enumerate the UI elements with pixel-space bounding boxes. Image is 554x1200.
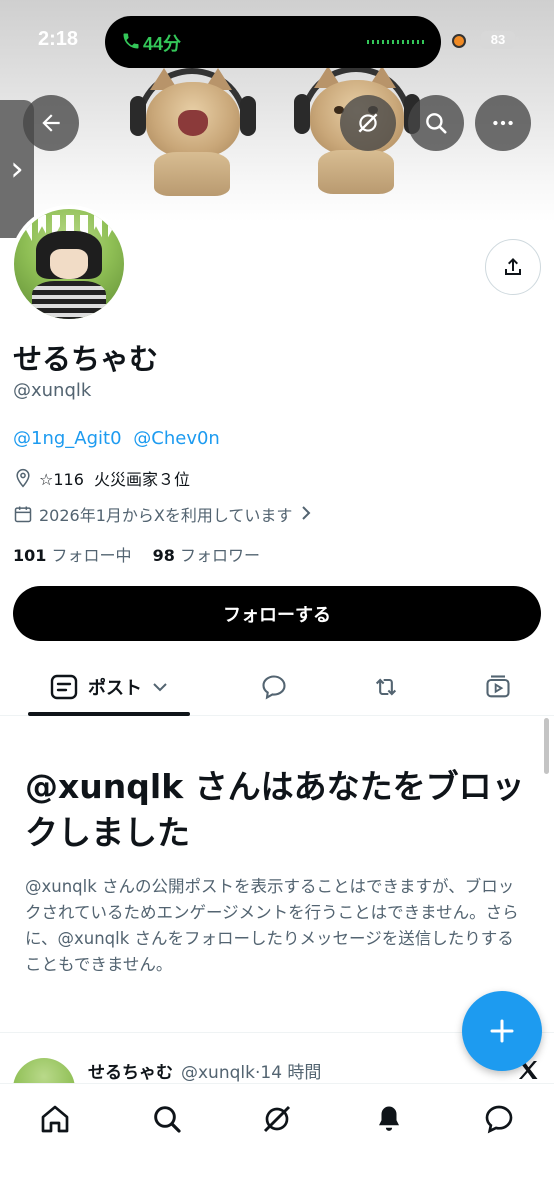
more-icon: [493, 120, 513, 126]
profile-handle: @xunqlk: [13, 380, 92, 401]
tab-replies[interactable]: [248, 660, 300, 714]
follow-stats: 101 フォロー中 98 フォロワー: [13, 542, 260, 566]
profile-location: ☆116 火災画家３位: [13, 466, 190, 490]
nav-grok[interactable]: [260, 1102, 294, 1136]
search-button[interactable]: [408, 95, 464, 151]
more-button[interactable]: [475, 95, 531, 151]
back-button[interactable]: [23, 95, 79, 151]
home-icon: [41, 1105, 69, 1133]
grok-icon: [358, 113, 378, 133]
bio-mention-link[interactable]: @Chev0n: [133, 428, 220, 449]
audio-wave-icon: [367, 40, 425, 44]
post-author-handle: @xunqlk: [181, 1063, 255, 1083]
following-label: フォロー中: [51, 546, 132, 565]
nav-notifications[interactable]: [372, 1102, 406, 1136]
message-icon: [485, 1105, 513, 1134]
compose-button[interactable]: [462, 991, 542, 1071]
display-name: せるちゃむ: [13, 342, 159, 376]
search-icon: [154, 1106, 181, 1133]
grok-icon: [263, 1105, 291, 1133]
arrow-left-icon: [42, 114, 60, 132]
phone-icon: [121, 30, 141, 57]
tab-reposts[interactable]: [360, 660, 412, 714]
post-author-name[interactable]: せるちゃむ: [88, 1063, 173, 1083]
bell-icon: [379, 1106, 399, 1131]
tab-media[interactable]: [472, 660, 524, 714]
chevron-right-icon: [300, 505, 318, 524]
search-icon: [426, 113, 447, 134]
chevron-right-icon: ›: [10, 149, 24, 189]
location-text: ☆116 火災画家３位: [39, 470, 191, 489]
calendar-icon: [14, 506, 32, 523]
post-header: せるちゃむ @xunqlk·14 時間: [88, 1058, 321, 1083]
followers-label: フォロワー: [179, 546, 260, 565]
bottom-navigation: [0, 1083, 554, 1200]
follow-button[interactable]: フォローする: [13, 586, 541, 641]
profile-bio: @1ng_Agit0 @Chev0n: [13, 428, 220, 449]
tab-posts-label: ポスト: [88, 678, 142, 699]
dynamic-island-call[interactable]: 44分: [105, 16, 441, 68]
grok-button[interactable]: [340, 95, 396, 151]
posts-icon: [50, 674, 78, 700]
profile-avatar[interactable]: [10, 205, 128, 323]
call-duration: 44分: [143, 34, 182, 54]
avatar-image: [14, 209, 124, 319]
joined-text: 2026年1月からXを利用しています: [39, 506, 293, 525]
following-link[interactable]: 101 フォロー中: [13, 546, 132, 565]
nav-home[interactable]: [38, 1102, 72, 1136]
scrollbar[interactable]: [544, 718, 549, 774]
tab-posts[interactable]: ポスト: [28, 660, 190, 714]
post-time: 14 時間: [260, 1063, 322, 1083]
mic-indicator: [452, 34, 466, 48]
active-tab-indicator: [28, 712, 190, 716]
plus-icon: [490, 1019, 514, 1043]
profile-tabs: ポスト: [0, 660, 554, 716]
chevron-down-icon: [153, 683, 167, 692]
status-time: 2:18: [38, 28, 79, 50]
location-pin-icon: [16, 468, 30, 488]
nav-search[interactable]: [150, 1102, 184, 1136]
reply-icon: [262, 675, 286, 700]
share-icon: [505, 258, 521, 275]
banner-cat-left: [128, 60, 258, 196]
video-icon: [486, 675, 510, 698]
blocked-title: @xunqlk さんはあなたをブロックしました: [25, 767, 525, 852]
share-button[interactable]: [485, 239, 541, 295]
bio-mention-link[interactable]: @1ng_Agit0: [13, 428, 122, 449]
blocked-description: @xunqlk さんの公開ポストを表示することはできますが、ブロックされているた…: [25, 877, 519, 974]
repost-icon: [375, 678, 397, 696]
followers-link[interactable]: 98 フォロワー: [153, 546, 260, 565]
nav-messages[interactable]: [482, 1102, 516, 1136]
battery-indicator: 83: [481, 31, 519, 49]
following-count: 101: [13, 546, 47, 565]
profile-joined[interactable]: 2026年1月からXを利用しています: [13, 502, 318, 526]
followers-count: 98: [152, 546, 175, 565]
